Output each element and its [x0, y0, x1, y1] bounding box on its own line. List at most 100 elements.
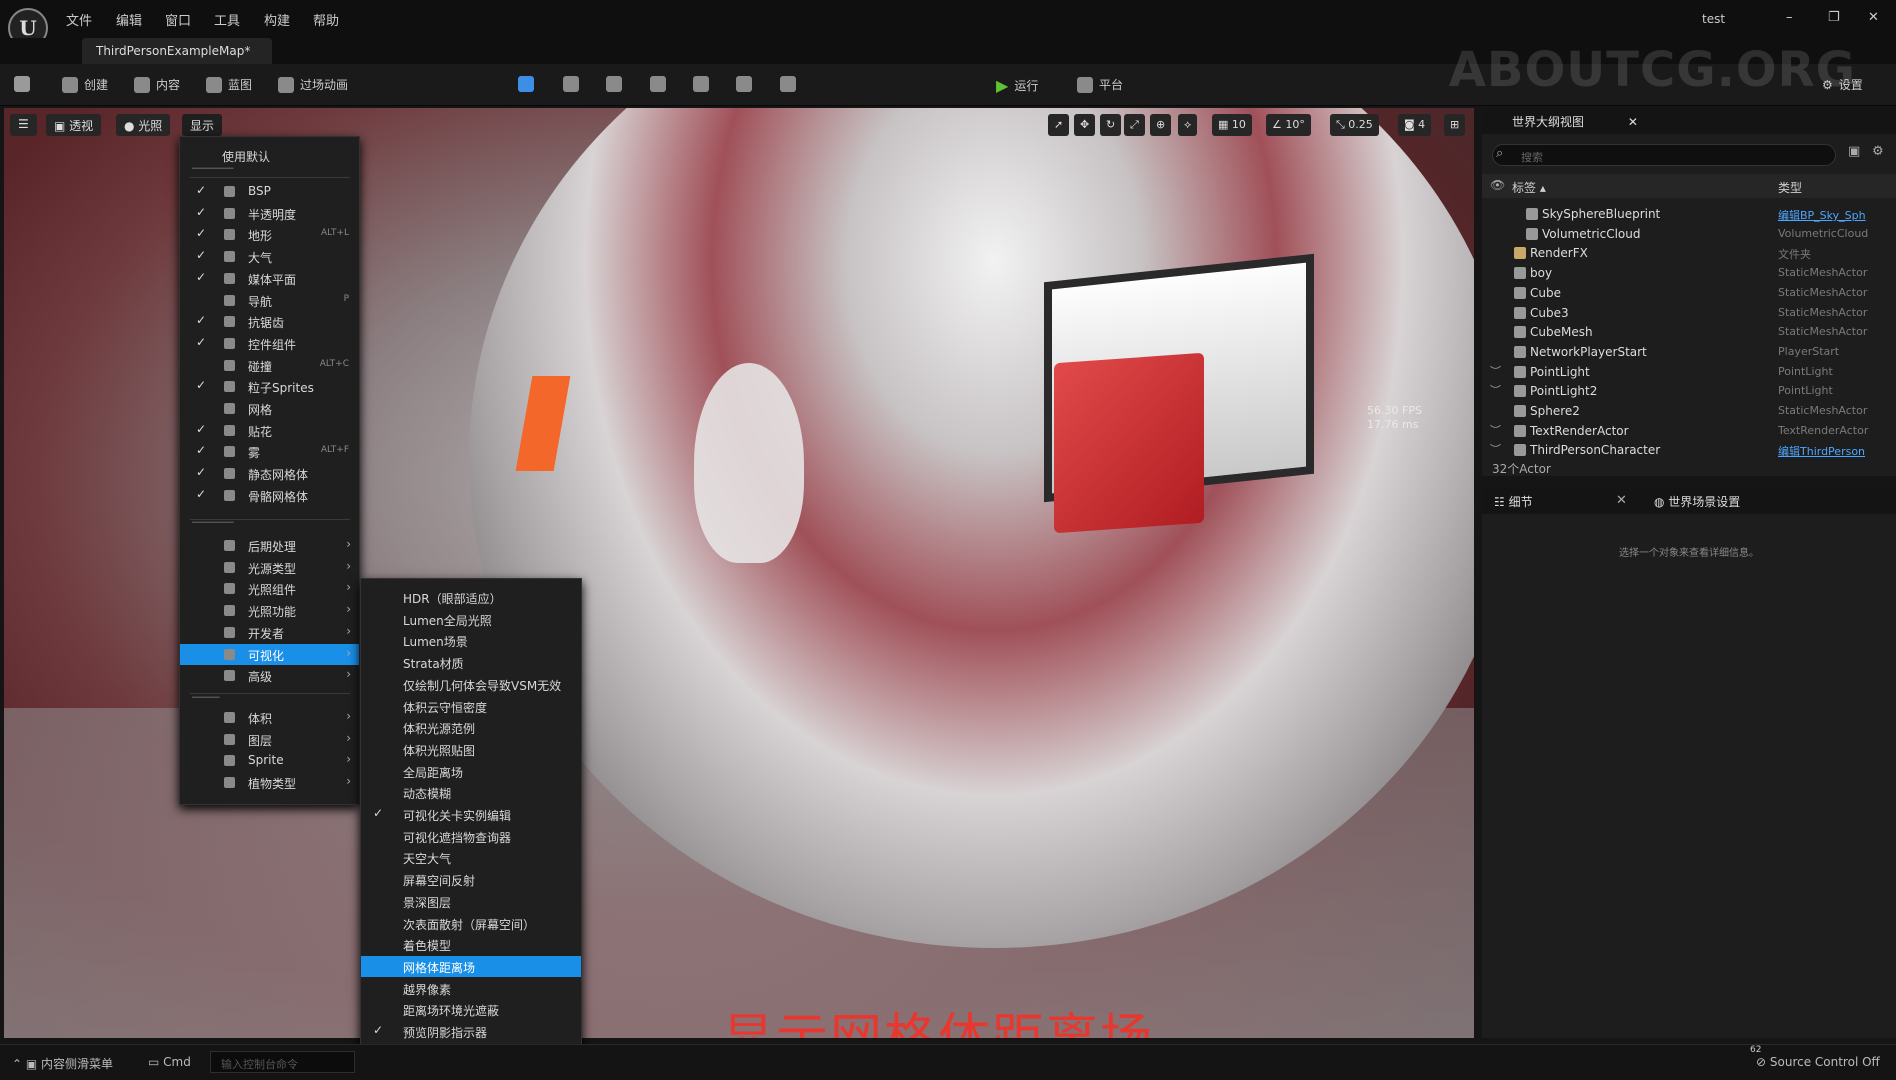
visualize-menu-item[interactable]: 屏幕空间反射 — [361, 869, 581, 890]
world-space-icon[interactable]: ⊕ — [1150, 114, 1172, 136]
outliner-row[interactable]: ︶ ThirdPersonCharacter 编辑ThirdPerson — [1482, 440, 1896, 460]
visualize-menu-item[interactable]: 次表面散射（屏幕空间） — [361, 913, 581, 934]
content-drawer-button[interactable]: ⌃ ▣ 内容侧滑菜单 — [12, 1055, 113, 1072]
outliner-settings-icon[interactable]: ⚙ — [1872, 144, 1884, 159]
show-group-item[interactable]: Sprite › — [180, 750, 359, 771]
details-tab[interactable]: ☷ 细节 — [1494, 493, 1533, 510]
outliner-row[interactable]: ›RenderFX文件夹 — [1482, 243, 1896, 263]
visualize-menu-item[interactable]: 体积光照贴图 — [361, 739, 581, 760]
visualize-menu-item[interactable]: 距离场环境光遮蔽 — [361, 999, 581, 1020]
show-menu-item[interactable]: 碰撞 ALT+C — [180, 355, 359, 376]
outliner-row[interactable]: SkySphereBlueprint 编辑BP_Sky_Sph — [1482, 204, 1896, 224]
menu-file[interactable]: 文件 — [66, 10, 92, 29]
show-menu-item[interactable]: 导航 P — [180, 290, 359, 311]
select-mode-icon[interactable] — [518, 76, 534, 92]
viewport-menu-icon[interactable]: ☰ — [10, 114, 37, 136]
cmd-button[interactable]: ▭ Cmd — [148, 1055, 191, 1069]
visibility-eye-icon[interactable]: ︶ — [1490, 422, 1501, 438]
show-submenu-item[interactable]: 开发者 › — [180, 622, 359, 643]
translate-tool-icon[interactable]: ✥ — [1074, 114, 1096, 136]
console-command-input[interactable]: 输入控制台命令 — [210, 1051, 355, 1073]
mesh-paint-mode-icon[interactable] — [650, 76, 666, 92]
rotate-tool-icon[interactable]: ↻ — [1100, 114, 1122, 136]
outliner-row[interactable]: boy StaticMeshActor — [1482, 263, 1896, 283]
show-menu-item[interactable]: ✓ 控件组件 — [180, 333, 359, 354]
angle-snap-button[interactable]: ∠ 10° — [1266, 114, 1311, 136]
visualize-menu-item[interactable]: Lumen全局光照 — [361, 609, 581, 630]
show-menu-item[interactable]: ✓ 静态网格体 — [180, 463, 359, 484]
show-menu-item[interactable]: ✓ 粒子Sprites — [180, 376, 359, 397]
select-tool-icon[interactable]: ➚ — [1048, 114, 1070, 136]
visualize-menu-item[interactable]: 越界像素 — [361, 978, 581, 999]
platform-button[interactable]: 平台 — [1077, 76, 1123, 93]
show-menu-item[interactable]: 网格 — [180, 398, 359, 419]
actor-type[interactable]: 编辑BP_Sky_Sph — [1778, 207, 1888, 223]
visualize-menu-item[interactable]: 景深图层 — [361, 891, 581, 912]
outliner-row[interactable]: VolumetricCloud VolumetricCloud — [1482, 224, 1896, 244]
visualize-menu-item[interactable]: 体积云守恒密度 — [361, 696, 581, 717]
show-menu-item[interactable]: ✓ 抗锯齿 — [180, 311, 359, 332]
landscape-mode-icon[interactable] — [563, 76, 579, 92]
actor-type[interactable]: 编辑ThirdPerson — [1778, 443, 1888, 459]
menu-build[interactable]: 构建 — [264, 10, 290, 29]
save-icon[interactable] — [14, 76, 30, 92]
label-column[interactable]: 标签 ▴ — [1512, 179, 1546, 196]
outliner-row[interactable]: NetworkPlayerStart PlayerStart — [1482, 342, 1896, 362]
menu-use-default[interactable]: 使用默认 — [180, 145, 359, 166]
show-button[interactable]: 显示 — [182, 114, 223, 136]
scale-tool-icon[interactable]: ⤢ — [1124, 114, 1145, 136]
show-menu-item[interactable]: ✓ 媒体平面 — [180, 268, 359, 289]
visualize-menu-item[interactable]: 可视化遮挡物查询器 — [361, 826, 581, 847]
close-icon[interactable]: ✕ — [1868, 10, 1879, 25]
visualize-menu-item[interactable]: 网格体距离场 — [361, 955, 581, 977]
show-menu-item[interactable]: ✓ BSP — [180, 181, 359, 202]
type-column[interactable]: 类型 — [1778, 179, 1802, 196]
visibility-eye-icon[interactable]: ︶ — [1490, 382, 1501, 398]
visualize-menu-item[interactable]: 动态模糊 — [361, 782, 581, 803]
visualize-menu-item[interactable]: ✓ 预览阴影指示器 — [361, 1021, 581, 1042]
show-submenu-item[interactable]: 光照功能 › — [180, 600, 359, 621]
visualize-menu-item[interactable]: HDR（眼部适应） — [361, 587, 581, 608]
play-button[interactable]: ▶ 运行 — [996, 76, 1038, 95]
close-tab-icon[interactable]: ✕ — [1628, 115, 1638, 129]
visualize-menu-item[interactable]: 仅绘制几何体会导致VSM无效 — [361, 674, 581, 695]
menu-tools[interactable]: 工具 — [214, 10, 240, 29]
show-submenu-item[interactable]: 后期处理 › — [180, 535, 359, 556]
visualize-menu-item[interactable]: Lumen场景 — [361, 630, 581, 651]
foliage-mode-icon[interactable] — [606, 76, 622, 92]
create-button[interactable]: 创建 — [62, 76, 108, 93]
brush-mode-icon[interactable] — [736, 76, 752, 92]
minimize-icon[interactable]: – — [1786, 10, 1793, 25]
visualize-menu-item[interactable]: 体积光源范例 — [361, 717, 581, 738]
surface-snap-icon[interactable]: ⟡ — [1178, 114, 1198, 136]
menu-edit[interactable]: 编辑 — [116, 10, 142, 29]
show-menu-item[interactable]: ✓ 骨骼网格体 — [180, 485, 359, 506]
close-details-icon[interactable]: ✕ — [1616, 493, 1627, 508]
show-menu-item[interactable]: ✓ 大气 — [180, 246, 359, 267]
show-submenu-item[interactable]: 高级 › — [180, 665, 359, 686]
world-settings-tab[interactable]: ◍ 世界场景设置 — [1654, 493, 1740, 510]
outliner-row[interactable]: ︶ PointLight PointLight — [1482, 362, 1896, 382]
outliner-tab[interactable]: 世界大纲视图 ✕ — [1482, 106, 1896, 134]
add-folder-icon[interactable]: ▣ — [1848, 144, 1860, 159]
menu-help[interactable]: 帮助 — [313, 10, 339, 29]
show-submenu-item[interactable]: 光照组件 › — [180, 578, 359, 599]
camera-speed-button[interactable]: ◙ 4 — [1398, 114, 1432, 136]
content-button[interactable]: 内容 — [134, 76, 180, 93]
grid-snap-button[interactable]: ▦ 10 — [1212, 114, 1252, 136]
show-menu-item[interactable]: ✓ 半透明度 — [180, 203, 359, 224]
lit-button[interactable]: ● 光照 — [116, 114, 171, 136]
show-group-item[interactable]: 体积 › — [180, 707, 359, 728]
animation-mode-icon[interactable] — [780, 76, 796, 92]
show-menu-item[interactable]: ✓ 雾 ALT+F — [180, 441, 359, 462]
maximize-icon[interactable]: ❐ — [1828, 10, 1840, 25]
visibility-eye-icon[interactable]: ︶ — [1490, 441, 1501, 457]
fracture-mode-icon[interactable] — [693, 76, 709, 92]
maximize-viewport-icon[interactable]: ⊞ — [1444, 114, 1466, 136]
cinematics-button[interactable]: 过场动画 — [278, 76, 348, 93]
visualize-menu-item[interactable]: 全局距离场 — [361, 761, 581, 782]
visualize-menu-item[interactable]: 着色模型 — [361, 934, 581, 955]
outliner-row[interactable]: Sphere2 StaticMeshActor — [1482, 401, 1896, 421]
outliner-row[interactable]: ︶ PointLight2 PointLight — [1482, 381, 1896, 401]
show-group-item[interactable]: 植物类型 › — [180, 772, 359, 793]
